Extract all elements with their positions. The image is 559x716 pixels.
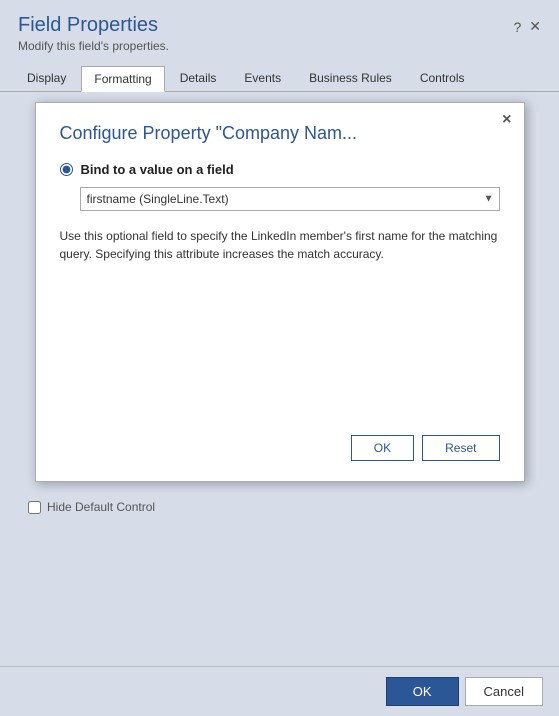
modal-title: Configure Property "Company Nam...	[60, 123, 500, 144]
dropdown-row: firstname (SingleLine.Text)	[80, 187, 500, 211]
outer-cancel-button[interactable]: Cancel	[465, 677, 543, 706]
description-text: Use this optional field to specify the L…	[60, 227, 500, 263]
tabs-bar: Display Formatting Details Events Busine…	[0, 65, 559, 92]
outer-panel: Field Properties Modify this field's pro…	[0, 0, 559, 716]
radio-label[interactable]: Bind to a value on a field	[81, 162, 234, 177]
bind-to-field-radio[interactable]	[60, 163, 73, 176]
select-wrapper: firstname (SingleLine.Text)	[80, 187, 500, 211]
tab-business-rules[interactable]: Business Rules	[296, 65, 405, 91]
help-icon[interactable]: ?	[513, 19, 521, 35]
hide-default-checkbox[interactable]	[28, 501, 41, 514]
panel-title-block: Field Properties Modify this field's pro…	[18, 14, 169, 53]
bottom-section: Hide Default Control	[14, 492, 545, 522]
hide-default-label[interactable]: Hide Default Control	[47, 500, 155, 514]
modal-ok-button[interactable]: OK	[351, 435, 414, 461]
panel-body: × Configure Property "Company Nam... Bin…	[0, 92, 559, 666]
panel-subtitle: Modify this field's properties.	[18, 39, 169, 53]
modal-reset-button[interactable]: Reset	[422, 435, 499, 461]
field-select[interactable]: firstname (SingleLine.Text)	[80, 187, 500, 211]
tab-details[interactable]: Details	[167, 65, 230, 91]
modal-dialog: × Configure Property "Company Nam... Bin…	[35, 102, 525, 482]
tab-formatting[interactable]: Formatting	[81, 66, 164, 92]
modal-close-button[interactable]: ×	[502, 111, 511, 129]
tab-events[interactable]: Events	[231, 65, 294, 91]
tab-controls[interactable]: Controls	[407, 65, 478, 91]
panel-header: Field Properties Modify this field's pro…	[0, 0, 559, 59]
radio-row: Bind to a value on a field	[60, 162, 500, 177]
outer-footer: OK Cancel	[0, 666, 559, 716]
modal-footer-buttons: OK Reset	[60, 405, 500, 461]
panel-header-icons: ? ✕	[513, 18, 541, 35]
tab-display[interactable]: Display	[14, 65, 79, 91]
panel-title: Field Properties	[18, 14, 169, 37]
outer-ok-button[interactable]: OK	[386, 677, 459, 706]
close-icon[interactable]: ✕	[529, 18, 541, 35]
